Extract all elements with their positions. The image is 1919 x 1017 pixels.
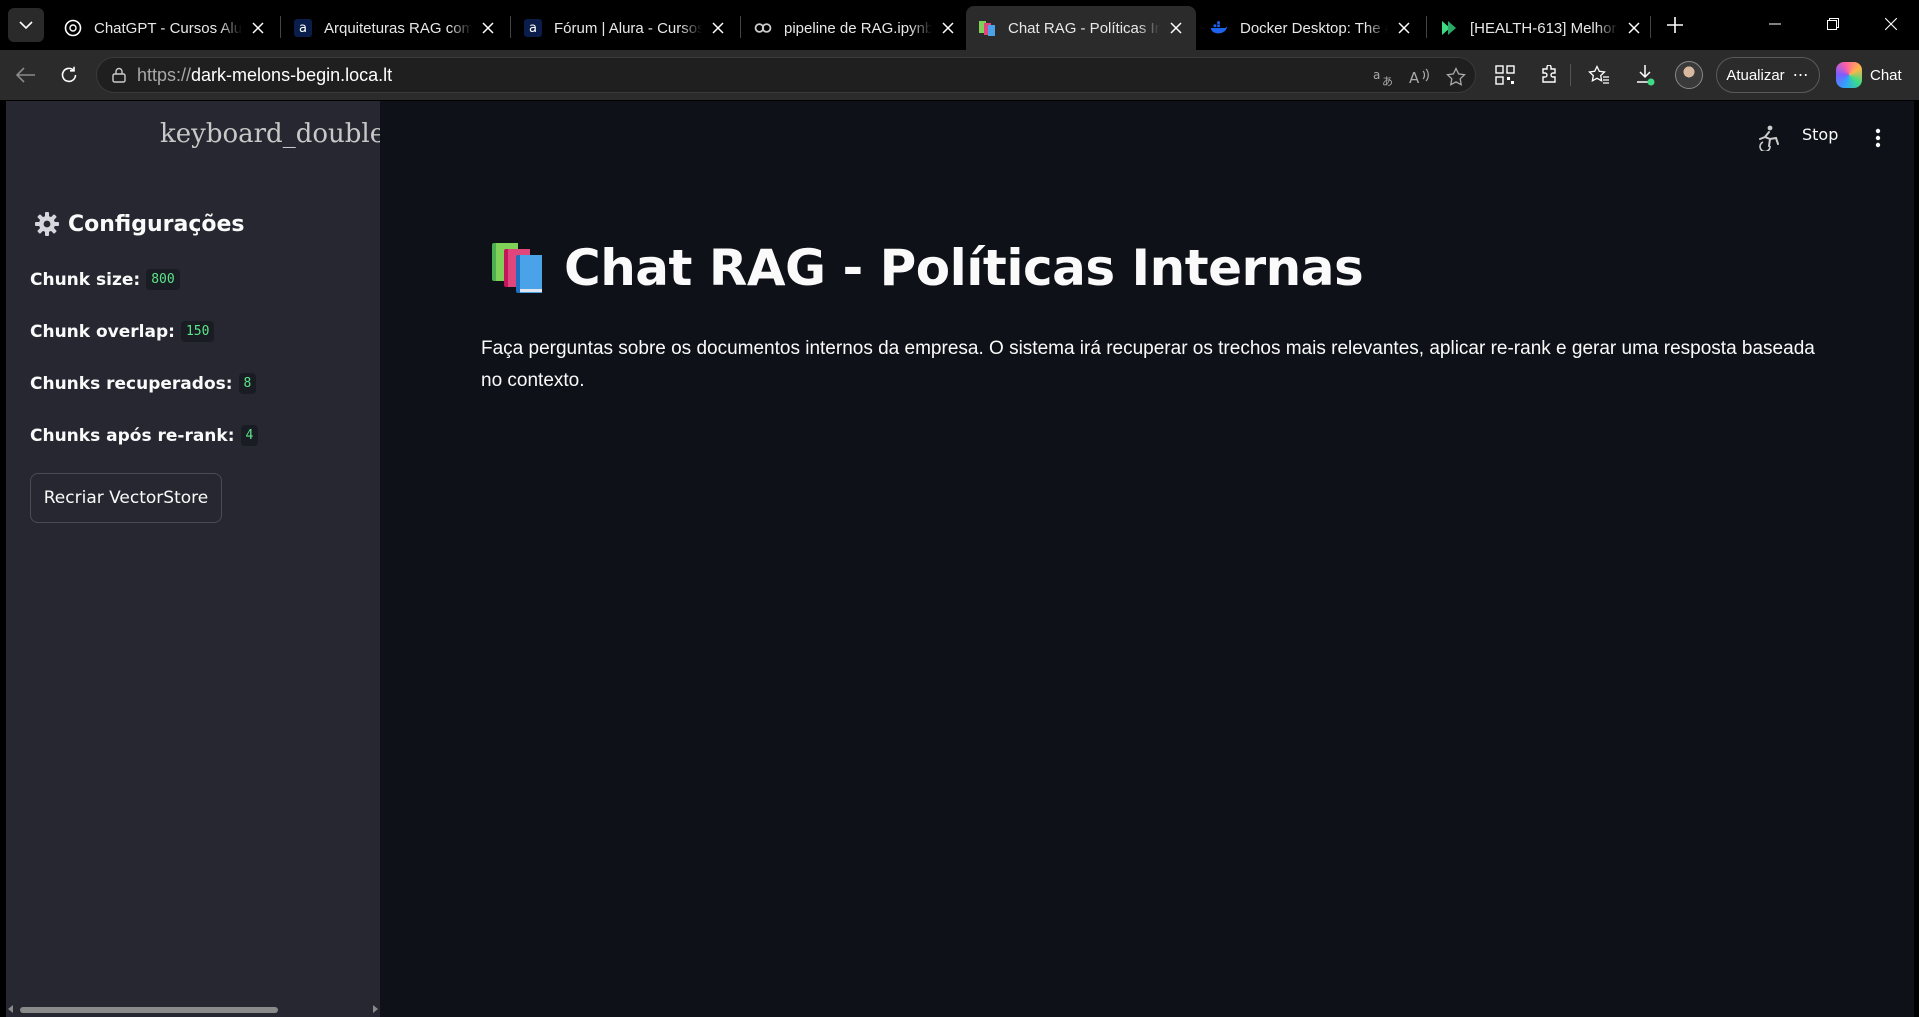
docker-icon — [1210, 19, 1228, 37]
chat-label: Chat — [1870, 66, 1902, 84]
sidebar-horizontal-scrollbar[interactable] — [6, 1001, 380, 1017]
arrow-left-icon — [16, 67, 35, 83]
books-icon — [492, 243, 542, 293]
favorite-star-icon[interactable] — [1445, 66, 1467, 88]
svg-text:A: A — [1409, 69, 1420, 87]
tab-title: Docker Desktop: The #1 Contain — [1240, 19, 1388, 37]
setting-label: Chunk size: — [30, 269, 141, 290]
back-button[interactable] — [10, 59, 42, 91]
gear-icon — [35, 212, 59, 236]
chevron-down-icon — [19, 20, 33, 29]
minimize-window-button[interactable] — [1752, 8, 1798, 40]
reload-button[interactable] — [53, 59, 85, 91]
close-icon — [1885, 18, 1897, 30]
browser-tab[interactable]: Docker Desktop: The #1 Contain — [1198, 6, 1424, 50]
sidebar-heading-text: Configurações — [68, 211, 245, 237]
restore-icon — [1827, 18, 1839, 30]
scrollbar-thumb[interactable] — [20, 1007, 278, 1013]
more-options-icon: ⋯ — [1792, 67, 1810, 84]
tab-title: ChatGPT - Cursos Alura — [94, 19, 242, 37]
colab-icon — [754, 19, 772, 37]
running-man-icon — [1754, 123, 1784, 153]
minimize-icon — [1769, 23, 1781, 25]
downloads-icon[interactable] — [1631, 61, 1659, 89]
tab-title: Fórum | Alura - Cursos online — [554, 19, 702, 37]
setting-value: 8 — [238, 373, 257, 394]
address-bar[interactable]: https://dark-melons-begin.loca.lt aあ A — [96, 57, 1476, 93]
alura-icon: a — [524, 19, 542, 37]
new-tab-button[interactable] — [1660, 10, 1690, 40]
close-tab-icon[interactable] — [1624, 18, 1644, 38]
qr-code-icon[interactable] — [1491, 61, 1519, 89]
tab-title: pipeline de RAG.ipynb - Colab — [784, 19, 932, 37]
setting-chunks-after-rerank: Chunks após re-rank: 4 — [30, 425, 259, 446]
tab-title: Chat RAG - Políticas Internas — [1008, 19, 1160, 37]
browser-tab[interactable]: [HEALTH-613] Melhorias — [1428, 6, 1654, 50]
url-scheme: https:// — [137, 64, 192, 85]
close-tab-icon[interactable] — [938, 18, 958, 38]
svg-text:あ: あ — [1382, 75, 1393, 87]
update-label: Atualizar — [1726, 66, 1785, 84]
read-aloud-icon[interactable]: A — [1409, 66, 1431, 88]
recreate-vectorstore-button[interactable]: Recriar VectorStore — [30, 473, 222, 523]
browser-tab[interactable]: a Arquiteturas RAG com LangChain — [282, 6, 508, 50]
page-description: Faça perguntas sobre os documentos inter… — [481, 338, 1815, 391]
extensions-icon[interactable] — [1535, 61, 1563, 89]
setting-chunk-overlap: Chunk overlap: 150 — [30, 321, 215, 342]
close-tab-icon[interactable] — [248, 18, 268, 38]
stop-button[interactable]: Stop — [1802, 125, 1838, 144]
sidebar: keyboard_double_arrow_left Configurações — [6, 101, 380, 1017]
page-title-text: Chat RAG - Políticas Internas — [564, 239, 1364, 297]
tab-title: [HEALTH-613] Melhorias — [1470, 19, 1618, 37]
chatgpt-icon — [64, 19, 82, 37]
setting-label: Chunks recuperados: — [30, 373, 233, 394]
close-tab-icon[interactable] — [478, 18, 498, 38]
setting-value: 150 — [180, 321, 215, 342]
setting-value: 800 — [146, 269, 180, 290]
linear-icon — [1440, 19, 1458, 37]
update-browser-button[interactable]: Atualizar ⋯ — [1716, 57, 1820, 93]
browser-tab-strip: ChatGPT - Cursos Alura a Arquiteturas RA… — [0, 0, 1919, 50]
plus-icon — [1667, 17, 1683, 33]
browser-toolbar: https://dark-melons-begin.loca.lt aあ A A… — [0, 50, 1919, 100]
tab-actions-menu-button[interactable] — [8, 8, 44, 42]
favorites-icon[interactable] — [1585, 61, 1613, 89]
setting-chunk-size: Chunk size: 800 — [30, 269, 180, 290]
translate-icon[interactable]: aあ — [1373, 66, 1395, 88]
close-tab-icon[interactable] — [1394, 18, 1414, 38]
browser-tab[interactable]: pipeline de RAG.ipynb - Colab — [742, 6, 968, 50]
close-window-button[interactable] — [1868, 8, 1914, 40]
app-page: keyboard_double_arrow_left Configurações — [6, 101, 1914, 1017]
profile-avatar[interactable] — [1675, 61, 1703, 89]
site-info-icon[interactable] — [109, 65, 129, 85]
url-host: dark-melons-begin.loca.lt — [191, 64, 393, 85]
scroll-right-icon[interactable] — [373, 1005, 378, 1013]
setting-label: Chunk overlap: — [30, 321, 175, 342]
scroll-left-icon[interactable] — [8, 1005, 13, 1013]
browser-tab[interactable]: ChatGPT - Cursos Alura — [52, 6, 278, 50]
copilot-icon — [1836, 62, 1862, 88]
close-tab-icon[interactable] — [708, 18, 728, 38]
collapse-sidebar-button[interactable]: keyboard_double_arrow_left — [160, 119, 380, 149]
books-icon — [978, 19, 996, 37]
main-menu-button[interactable] — [1866, 123, 1890, 153]
reload-icon — [61, 66, 77, 83]
svg-text:a: a — [1373, 68, 1380, 82]
browser-tab[interactable]: a Fórum | Alura - Cursos online — [512, 6, 738, 50]
alura-icon: a — [294, 19, 312, 37]
url-text: https://dark-melons-begin.loca.lt — [137, 65, 392, 86]
setting-value: 4 — [240, 425, 259, 446]
kebab-menu-icon — [1875, 128, 1881, 148]
restore-window-button[interactable] — [1810, 8, 1856, 40]
setting-label: Chunks após re-rank: — [30, 425, 235, 446]
page-title: Chat RAG - Políticas Internas — [490, 239, 1364, 297]
setting-chunks-retrieved: Chunks recuperados: 8 — [30, 373, 257, 394]
tab-title: Arquiteturas RAG com LangChain — [324, 19, 472, 37]
close-tab-icon[interactable] — [1166, 18, 1186, 38]
browser-tab-active[interactable]: Chat RAG - Políticas Internas — [966, 6, 1196, 50]
copilot-chat-button[interactable]: Chat — [1830, 57, 1912, 93]
sidebar-heading: Configurações — [34, 211, 245, 237]
